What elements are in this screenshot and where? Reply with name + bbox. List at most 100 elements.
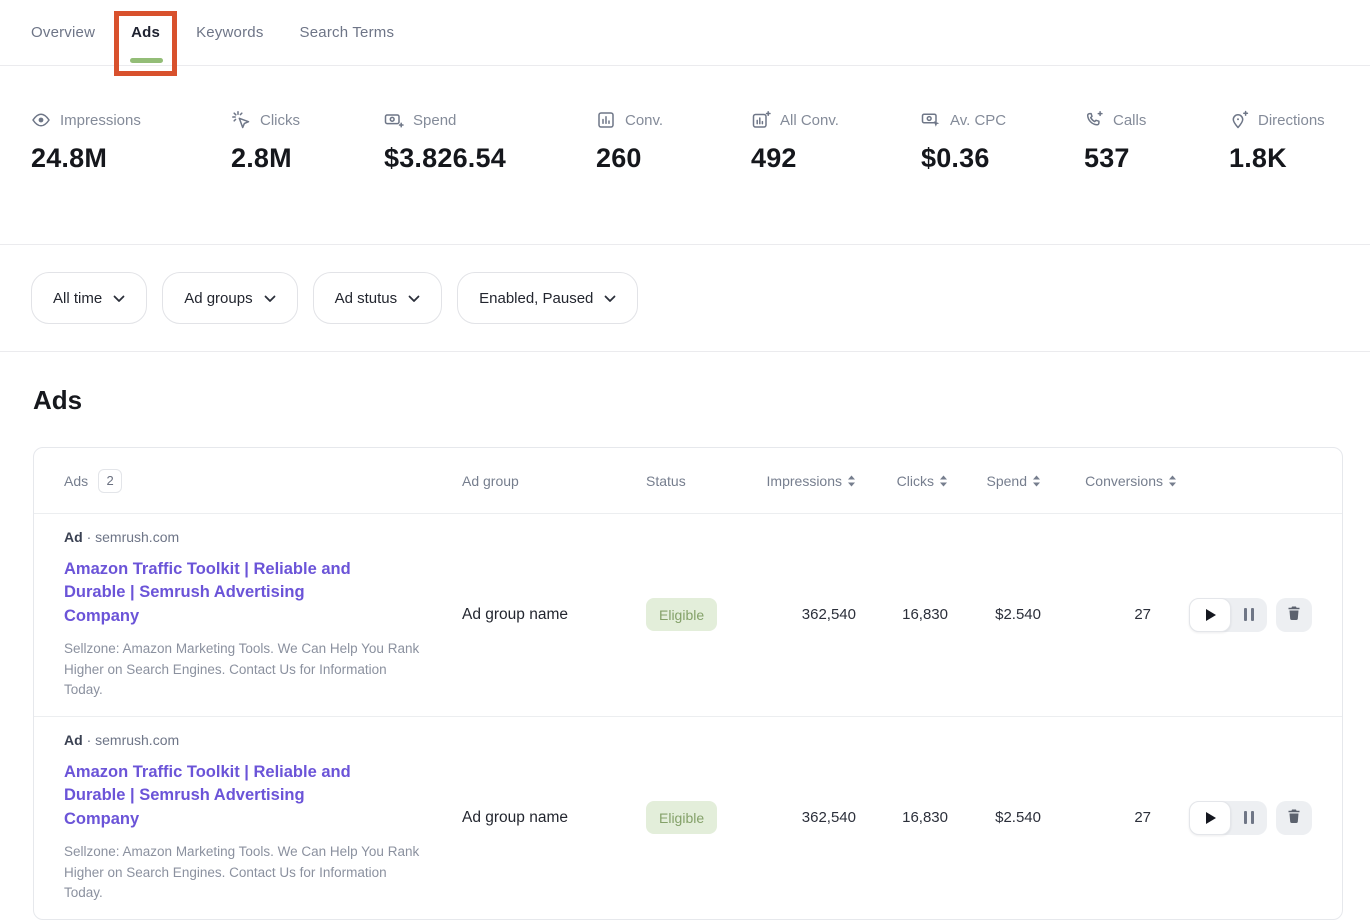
ad-group-cell: Ad group name [462,606,646,624]
column-header-impressions[interactable]: Impressions [756,473,856,489]
metric-value: 492 [751,143,921,174]
table-header-row: Ads 2 Ad group Status Impressions Clicks… [34,448,1342,514]
play-icon [1206,609,1216,621]
chevron-down-icon [408,290,420,307]
spend-icon [384,110,404,130]
tab-ads[interactable]: Ads [131,24,160,41]
column-header-ads: Ads 2 [64,469,462,493]
calls-icon [1084,110,1104,130]
pause-button[interactable] [1231,801,1267,835]
top-tab-bar: Overview Ads Keywords Search Terms [0,0,1370,66]
ads-count-label: Ads [64,473,88,489]
column-header-ad-group: Ad group [462,473,646,489]
status-cell: Eligible [646,598,756,631]
status-badge: Eligible [646,801,717,834]
ad-meta: Ad · semrush.com [64,732,434,748]
delete-button[interactable] [1276,801,1312,835]
metric-label: Impressions [60,112,141,129]
filter-ad-groups[interactable]: Ad groups [162,272,297,324]
spend-cell: $2.540 [948,809,1041,826]
metric-label: All Conv. [780,112,839,129]
play-pause-control [1189,801,1267,835]
metric-label: Clicks [260,112,300,129]
filter-label: Ad stutus [335,290,398,307]
chevron-down-icon [264,290,276,307]
conversions-icon [596,110,616,130]
ad-domain: semrush.com [95,529,179,545]
metric-label: Calls [1113,112,1146,129]
conversions-cell: 27 [1041,809,1177,826]
filter-bar: All time Ad groups Ad stutus Enabled, Pa… [0,245,1370,352]
filter-label: Ad groups [184,290,252,307]
trash-icon [1286,808,1302,827]
column-header-spend[interactable]: Spend [948,473,1041,489]
tab-ads-wrapper: Ads [131,24,160,41]
impressions-cell: 362,540 [756,809,856,826]
table-row: Ad · semrush.com Amazon Traffic Toolkit … [34,716,1342,919]
metric-label: Directions [1258,112,1325,129]
sort-icon [847,475,856,487]
all-conversions-icon [751,110,771,130]
ad-tag: Ad [64,529,83,545]
filter-enabled-paused[interactable]: Enabled, Paused [457,272,638,324]
meta-separator: · [87,529,92,545]
directions-icon [1229,110,1249,130]
column-header-clicks[interactable]: Clicks [856,473,948,489]
play-button[interactable] [1189,801,1231,835]
column-header-conversions[interactable]: Conversions [1041,473,1177,489]
metric-label: Spend [413,112,456,129]
status-badge: Eligible [646,598,717,631]
ad-creative-cell: Ad · semrush.com Amazon Traffic Toolkit … [64,732,434,904]
metric-all-conversions: All Conv. 492 [751,110,921,244]
delete-button[interactable] [1276,598,1312,632]
tab-search-terms[interactable]: Search Terms [300,24,395,41]
sort-icon [1168,475,1177,487]
metric-value: 24.8M [31,143,231,174]
metrics-summary-bar: Impressions 24.8M Clicks 2.8M Spend $3.8… [0,66,1370,245]
play-button[interactable] [1189,598,1231,632]
sort-icon [1032,475,1041,487]
spend-cell: $2.540 [948,606,1041,623]
play-pause-control [1189,598,1267,632]
metric-value: $3.826.54 [384,143,596,174]
metric-value: 537 [1084,143,1229,174]
ad-creative-cell: Ad · semrush.com Amazon Traffic Toolkit … [64,529,434,701]
meta-separator: · [87,732,92,748]
trash-icon [1286,605,1302,624]
metric-directions: Directions 1.8K [1229,110,1350,244]
metric-spend: Spend $3.826.54 [384,110,596,244]
metric-conversions: Conv. 260 [596,110,751,244]
filter-ad-status[interactable]: Ad stutus [313,272,443,324]
click-icon [231,110,251,130]
clicks-cell: 16,830 [856,606,948,623]
impressions-cell: 362,540 [756,606,856,623]
filter-date-range[interactable]: All time [31,272,147,324]
ad-title-link[interactable]: Amazon Traffic Toolkit | Reliable and Du… [64,558,376,628]
metric-value: $0.36 [921,143,1084,174]
clicks-cell: 16,830 [856,809,948,826]
ads-count-badge: 2 [98,469,122,493]
pause-icon [1244,811,1254,824]
table-row: Ad · semrush.com Amazon Traffic Toolkit … [34,514,1342,716]
ad-domain: semrush.com [95,732,179,748]
tab-keywords[interactable]: Keywords [196,24,263,41]
status-cell: Eligible [646,801,756,834]
ad-description: Sellzone: Amazon Marketing Tools. We Can… [64,842,424,904]
metric-label: Av. CPC [950,112,1006,129]
ad-group-cell: Ad group name [462,809,646,827]
eye-icon [31,110,51,130]
cpc-icon [921,110,941,130]
metric-label: Conv. [625,112,663,129]
ad-meta: Ad · semrush.com [64,529,434,545]
filter-label: All time [53,290,102,307]
chevron-down-icon [604,290,616,307]
metric-value: 1.8K [1229,143,1350,174]
tab-overview[interactable]: Overview [31,24,95,41]
pause-button[interactable] [1231,598,1267,632]
ads-table-card: Ads 2 Ad group Status Impressions Clicks… [33,447,1343,920]
ad-title-link[interactable]: Amazon Traffic Toolkit | Reliable and Du… [64,761,376,831]
metric-impressions: Impressions 24.8M [31,110,231,244]
page-title: Ads [33,385,1370,416]
filter-label: Enabled, Paused [479,290,593,307]
ad-description: Sellzone: Amazon Marketing Tools. We Can… [64,639,424,701]
